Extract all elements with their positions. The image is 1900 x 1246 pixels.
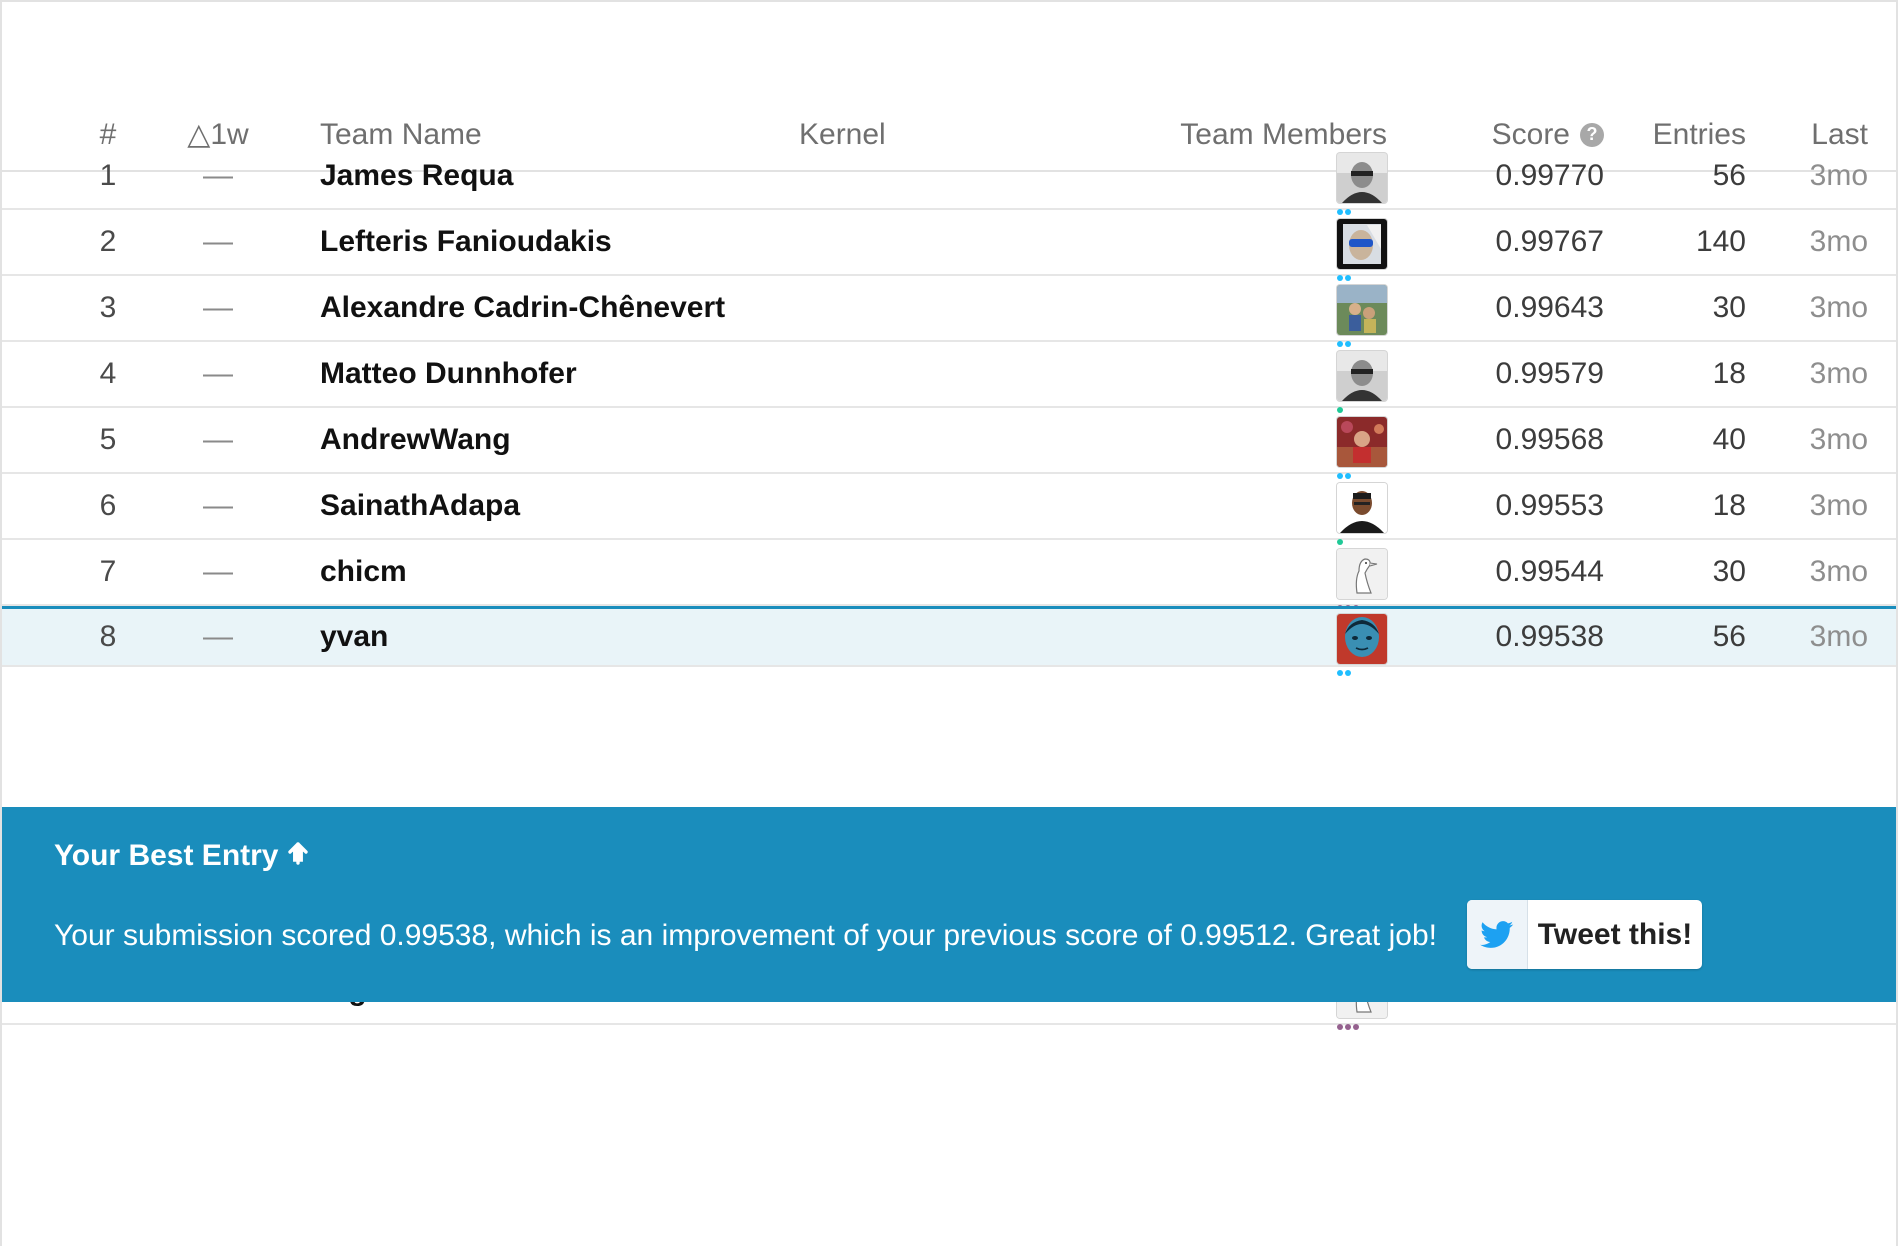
delta-cell: — bbox=[203, 489, 233, 522]
score-cell: 0.99568 bbox=[1495, 423, 1604, 456]
avatar[interactable] bbox=[1337, 478, 1387, 545]
table-row[interactable]: 1— James Requa 0.99770 56 3mo bbox=[2, 144, 1896, 215]
last-submission-cell: 3mo bbox=[1809, 555, 1868, 588]
team-members-cell bbox=[1177, 609, 1387, 676]
entries-cell: 18 bbox=[1712, 357, 1746, 390]
entries-cell: 140 bbox=[1695, 225, 1746, 258]
team-name-link[interactable]: Lefteris Fanioudakis bbox=[320, 210, 940, 274]
avatar[interactable] bbox=[1337, 280, 1387, 347]
avatar[interactable] bbox=[1337, 609, 1387, 676]
score-cell: 0.99770 bbox=[1495, 159, 1604, 192]
team-members-cell bbox=[1177, 144, 1387, 215]
last-submission-cell: 3mo bbox=[1809, 357, 1868, 390]
table-row[interactable]: 7— chicm 0.99544 30 3mo bbox=[2, 540, 1896, 611]
best-entry-message: Your submission scored 0.99538, which is… bbox=[54, 919, 1437, 952]
delta-cell: — bbox=[203, 159, 233, 192]
avatar-image bbox=[1337, 153, 1387, 203]
table-row[interactable]: 2— Lefteris Fanioudakis 0.99767 140 3mo bbox=[2, 210, 1896, 281]
team-name-link[interactable]: yvan bbox=[320, 609, 940, 665]
tier-indicator bbox=[1337, 1024, 1359, 1030]
delta-cell: — bbox=[203, 357, 233, 390]
entries-cell: 18 bbox=[1712, 489, 1746, 522]
team-members-cell bbox=[1177, 540, 1387, 611]
tweet-button-label: Tweet this! bbox=[1537, 917, 1693, 951]
last-submission-cell: 3mo bbox=[1809, 489, 1868, 522]
best-entry-title-text: Your Best Entry bbox=[54, 839, 279, 872]
best-entry-title: Your Best Entry bbox=[54, 839, 309, 873]
team-name-link[interactable]: AndrewWang bbox=[320, 408, 940, 472]
avatar[interactable] bbox=[1337, 346, 1387, 413]
score-cell: 0.99544 bbox=[1495, 555, 1604, 588]
last-submission-cell: 3mo bbox=[1809, 423, 1868, 456]
tweet-button[interactable]: Tweet this! bbox=[1467, 900, 1702, 969]
avatar[interactable] bbox=[1337, 412, 1387, 479]
entries-cell: 30 bbox=[1712, 555, 1746, 588]
score-cell: 0.99553 bbox=[1495, 489, 1604, 522]
team-members-cell bbox=[1177, 276, 1387, 347]
avatar[interactable] bbox=[1337, 148, 1387, 215]
team-name-link[interactable]: SainathAdapa bbox=[320, 474, 940, 538]
table-row[interactable]: 6— SainathAdapa 0.99553 18 3mo bbox=[2, 474, 1896, 545]
help-icon[interactable]: ? bbox=[1580, 122, 1604, 147]
team-members-cell bbox=[1177, 474, 1387, 545]
team-members-cell bbox=[1177, 342, 1387, 413]
team-members-cell bbox=[1177, 408, 1387, 479]
avatar-image bbox=[1337, 417, 1387, 467]
score-cell: 0.99538 bbox=[1495, 620, 1604, 653]
avatar-image bbox=[1337, 549, 1387, 599]
entries-cell: 40 bbox=[1712, 423, 1746, 456]
delta-cell: — bbox=[203, 620, 233, 653]
delta-cell: — bbox=[203, 291, 233, 324]
last-submission-cell: 3mo bbox=[1809, 225, 1868, 258]
avatar-image bbox=[1337, 483, 1387, 533]
score-cell: 0.99643 bbox=[1495, 291, 1604, 324]
table-row-current-user[interactable]: 8— yvan 0.99538 56 3mo bbox=[2, 606, 1896, 676]
team-name-link[interactable]: Alexandre Cadrin-Chênevert bbox=[320, 276, 940, 340]
team-name-link[interactable]: James Requa bbox=[320, 144, 940, 208]
last-submission-cell: 3mo bbox=[1809, 159, 1868, 192]
tier-indicator bbox=[1337, 670, 1351, 676]
avatar-image bbox=[1337, 219, 1387, 269]
entries-cell: 56 bbox=[1712, 159, 1746, 192]
best-entry-banner: Your Best Entry Your submission scored 0… bbox=[2, 807, 1896, 1002]
last-submission-cell: 3mo bbox=[1809, 620, 1868, 653]
arrow-up-icon bbox=[287, 839, 309, 873]
twitter-bird-icon bbox=[1467, 900, 1528, 969]
avatar[interactable] bbox=[1337, 214, 1387, 281]
delta-cell: — bbox=[203, 225, 233, 258]
delta-cell: — bbox=[203, 555, 233, 588]
avatar-image bbox=[1337, 285, 1387, 335]
leaderboard: # △1w Team Name Kernel Team Members Scor… bbox=[0, 0, 1898, 1246]
team-name-link[interactable]: chicm bbox=[320, 540, 940, 604]
avatar-image bbox=[1337, 614, 1387, 664]
delta-cell: — bbox=[203, 423, 233, 456]
avatar-image bbox=[1337, 351, 1387, 401]
team-name-link[interactable]: Matteo Dunnhofer bbox=[320, 342, 940, 406]
avatar[interactable] bbox=[1337, 544, 1387, 611]
score-cell: 0.99579 bbox=[1495, 357, 1604, 390]
entries-cell: 56 bbox=[1712, 620, 1746, 653]
table-row[interactable]: 5— AndrewWang 0.99568 40 3mo bbox=[2, 408, 1896, 479]
table-row[interactable]: 4— Matteo Dunnhofer 0.99579 18 3mo bbox=[2, 342, 1896, 413]
entries-cell: 30 bbox=[1712, 291, 1746, 324]
table-row[interactable]: 3— Alexandre Cadrin-Chênevert 0.99643 30 3mo bbox=[2, 276, 1896, 347]
team-members-cell bbox=[1177, 210, 1387, 281]
last-submission-cell: 3mo bbox=[1809, 291, 1868, 324]
score-cell: 0.99767 bbox=[1495, 225, 1604, 258]
